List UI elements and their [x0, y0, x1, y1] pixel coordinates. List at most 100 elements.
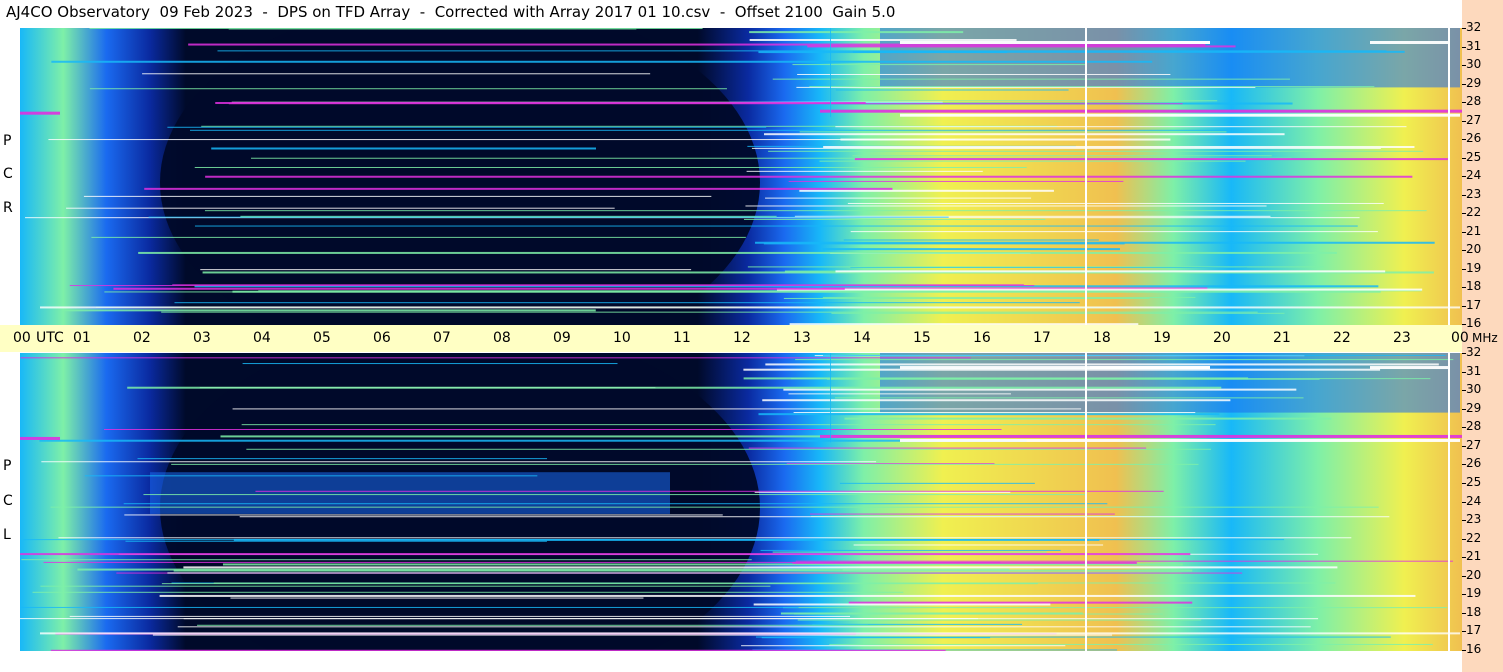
interference-line	[799, 189, 1054, 192]
interference-line	[829, 643, 1433, 645]
interference-line	[747, 266, 1324, 268]
interference-line	[177, 626, 1311, 628]
interference-line	[43, 561, 1001, 563]
interference-line	[20, 606, 799, 608]
interference-line	[41, 461, 877, 463]
frequency-tick-label: 20	[1466, 242, 1482, 256]
frequency-tick-label: 19	[1466, 586, 1482, 600]
interference-line	[183, 566, 1338, 569]
interference-line	[753, 603, 1051, 606]
vertical-marker	[830, 353, 831, 443]
interference-line	[159, 594, 1416, 597]
frequency-tick-label: 30	[1466, 57, 1482, 71]
interference-line	[765, 363, 1439, 366]
frequency-tick-label: 22	[1466, 205, 1482, 219]
interference-line	[125, 540, 547, 542]
frequency-tick-label: 24	[1466, 494, 1482, 508]
utc-tick-label: 02	[133, 330, 151, 346]
interference-line	[167, 126, 767, 128]
utc-tick-label: 00	[13, 330, 31, 346]
interference-line	[232, 408, 1082, 410]
interference-line	[839, 482, 1035, 484]
interference-line	[174, 302, 1080, 304]
frequency-tick-label: 24	[1466, 168, 1482, 182]
chart-title: AJ4CO Observatory 09 Feb 2023 - DPS on T…	[6, 3, 896, 21]
interference-line	[819, 160, 1246, 162]
interference-line	[795, 359, 1454, 361]
interference-line	[142, 73, 651, 75]
interference-line	[741, 645, 1066, 647]
frequency-tick-label: 20	[1466, 568, 1482, 582]
interference-line	[242, 363, 618, 365]
interference-line	[754, 491, 1011, 493]
interference-line	[764, 133, 1285, 136]
interference-line	[809, 86, 1375, 88]
utc-tick-label: 20	[1213, 330, 1231, 346]
interference-line	[852, 155, 1272, 157]
interference-line	[32, 591, 904, 593]
interference-line	[228, 103, 1183, 105]
cb-band-white	[900, 438, 1460, 442]
interference-line	[161, 311, 1258, 313]
interference-line	[772, 551, 1047, 553]
interference-line	[755, 636, 1391, 638]
interference-line	[783, 388, 1297, 391]
upper-blue-band	[880, 28, 1460, 88]
interference-line	[745, 205, 1267, 207]
utc-tick-label: 22	[1333, 330, 1351, 346]
interference-line	[205, 175, 1413, 178]
interference-line	[143, 494, 1086, 496]
frequency-tick-label: 28	[1466, 419, 1482, 433]
utc-tick-label: 05	[313, 330, 331, 346]
interference-line	[241, 424, 1216, 426]
interference-line	[69, 285, 1035, 287]
interference-line	[138, 251, 1337, 254]
cb-band-early	[20, 436, 60, 440]
frequency-tick-label: 17	[1466, 623, 1482, 637]
upper-blue-band	[880, 353, 1460, 413]
interference-line	[850, 231, 1378, 233]
interference-line	[822, 296, 1196, 298]
utc-tick-label: 10	[613, 330, 631, 346]
interference-line	[152, 634, 1113, 636]
utc-tick-label: 03	[193, 330, 211, 346]
interference-line	[834, 397, 1304, 399]
frequency-tick-label: 25	[1466, 475, 1482, 489]
frequency-tick-label: 27	[1466, 113, 1482, 127]
interference-line	[144, 187, 893, 190]
interference-line	[104, 429, 1002, 431]
frequency-unit-label: MHz	[1472, 331, 1498, 345]
utc-tick-label: 06	[373, 330, 391, 346]
top-white-line	[1090, 366, 1210, 370]
utc-tick-label: 07	[433, 330, 451, 346]
interference-line	[20, 618, 979, 620]
interference-line	[772, 78, 1290, 80]
interference-line	[749, 31, 964, 34]
utc-tick-label: 18	[1093, 330, 1111, 346]
frequency-tick-label: 27	[1466, 438, 1482, 452]
utc-tick-label: 17	[1033, 330, 1051, 346]
interference-line	[835, 126, 1407, 128]
vertical-marker	[1448, 353, 1450, 651]
interference-line	[39, 439, 1027, 442]
frequency-tick-label: 18	[1466, 605, 1482, 619]
utc-unit-label: UTC	[36, 330, 64, 346]
frequency-tick-label: 26	[1466, 456, 1482, 470]
utc-tick-label: 08	[493, 330, 511, 346]
interference-line	[228, 28, 637, 30]
frequency-tick-label: 30	[1466, 382, 1482, 396]
interference-line	[852, 50, 1405, 53]
interference-line	[20, 553, 1191, 556]
interference-line	[746, 170, 983, 172]
interference-line	[48, 139, 956, 141]
frequency-tick-label: 31	[1466, 39, 1482, 53]
lcp-letter-c: C	[3, 493, 13, 509]
interference-line	[835, 89, 1069, 91]
cb-band-early	[20, 111, 60, 115]
utc-tick-label: 00	[1451, 330, 1469, 346]
interference-line	[783, 607, 1448, 609]
cb-band-white	[900, 113, 1460, 117]
utc-tick-label: 23	[1393, 330, 1411, 346]
interference-line	[843, 239, 1099, 241]
rcp-spectrogram	[20, 28, 1462, 325]
